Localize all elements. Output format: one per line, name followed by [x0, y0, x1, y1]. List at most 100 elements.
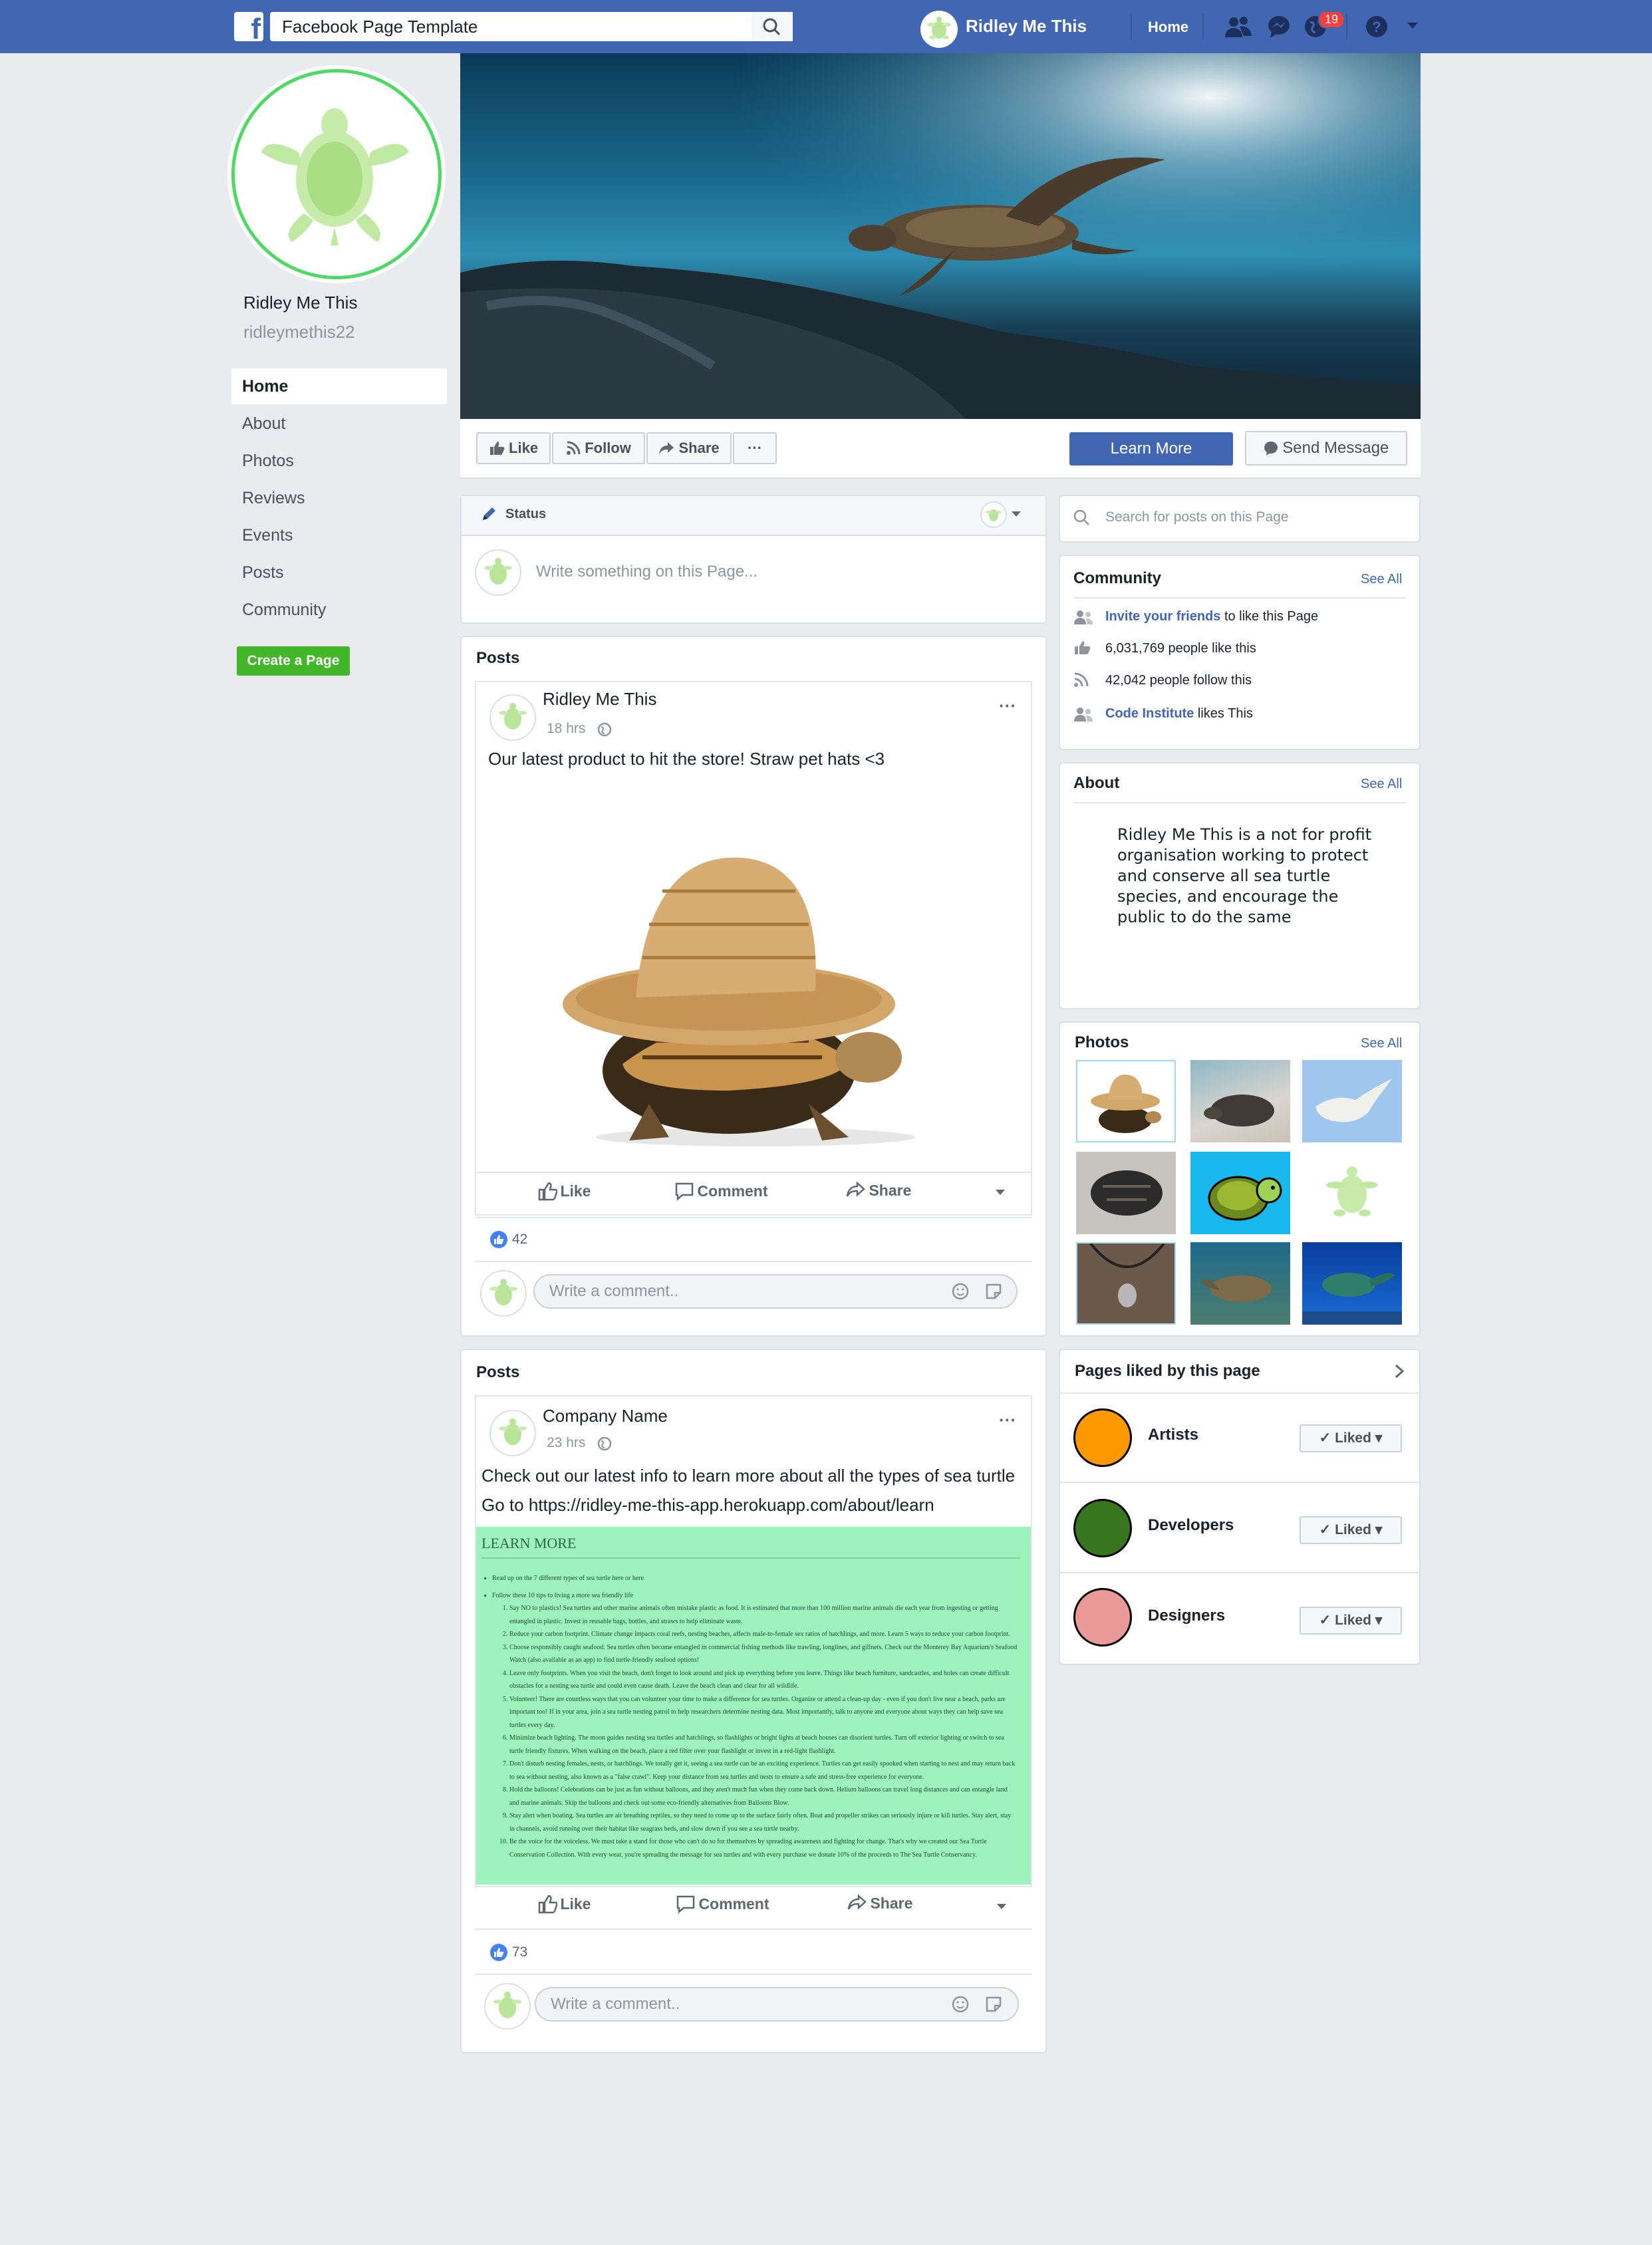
post-share-button[interactable]: Share — [847, 1894, 912, 1913]
developers-page-avatar[interactable] — [1073, 1499, 1132, 1557]
emoji-icon[interactable] — [951, 1995, 970, 2014]
reaction-count[interactable]: 73 — [512, 1944, 527, 1960]
post-comment-button[interactable]: Comment — [674, 1181, 768, 1201]
post-as-avatar[interactable] — [980, 501, 1007, 528]
help-icon[interactable]: ? — [1365, 15, 1389, 39]
about-see-all-link[interactable]: See All — [1361, 777, 1402, 792]
posts-section-title: Posts — [476, 649, 520, 667]
post-author-avatar[interactable] — [489, 1410, 536, 1456]
pencil-icon — [483, 507, 495, 520]
photo-thumbnail[interactable] — [1190, 1152, 1290, 1234]
post-timestamp[interactable]: 18 hrs — [547, 721, 585, 737]
chevron-down-icon[interactable] — [996, 1903, 1007, 1910]
invite-friends-icon — [1074, 610, 1093, 624]
nav-item-about[interactable]: About — [231, 406, 447, 442]
topbar-page-avatar[interactable] — [920, 11, 958, 48]
reaction-count[interactable]: 42 — [512, 1232, 527, 1248]
sticker-icon[interactable] — [984, 1995, 1003, 2014]
friend-requests-icon[interactable] — [1224, 15, 1253, 39]
status-tab-label[interactable]: Status — [505, 507, 546, 522]
composer-input[interactable]: Write something on this Page... — [536, 563, 757, 581]
post-author-name[interactable]: Ridley Me This — [543, 689, 656, 710]
divider — [475, 1974, 1032, 1975]
learn-more-button[interactable]: Learn More — [1069, 432, 1233, 465]
reef-turtle-thumbnail — [1302, 1273, 1402, 1325]
designers-page-avatar[interactable] — [1073, 1588, 1132, 1647]
post-author-avatar[interactable] — [489, 694, 536, 741]
profile-picture[interactable] — [231, 69, 442, 279]
photo-thumbnail[interactable] — [1190, 1242, 1290, 1325]
liked-page-name-designers[interactable]: Designers — [1148, 1607, 1225, 1625]
topbar-home-link[interactable]: Home — [1148, 19, 1188, 36]
post-share-button[interactable]: Share — [846, 1181, 911, 1200]
account-menu-chevron-icon[interactable] — [1406, 21, 1419, 31]
liked-page-name-developers[interactable]: Developers — [1148, 1516, 1234, 1535]
artists-page-avatar[interactable] — [1073, 1408, 1132, 1467]
turtle-necklace-thumbnail — [1089, 1244, 1165, 1307]
learn-more-preview[interactable]: LEARN MORE Read up on the 7 different ty… — [476, 1527, 1031, 1885]
nav-item-community[interactable]: Community — [231, 592, 447, 628]
photo-thumbnail[interactable] — [1076, 1152, 1176, 1234]
divider — [1060, 1482, 1419, 1483]
chevron-down-icon[interactable] — [995, 1189, 1006, 1196]
post-options-icon[interactable]: ··· — [999, 1410, 1016, 1430]
post-text-line-2[interactable]: Go to https://ridley-me-this-app.herokua… — [482, 1495, 934, 1516]
photo-thumbnail[interactable] — [1076, 1242, 1176, 1325]
about-line: Ridley Me This is a not for profit — [1117, 825, 1372, 844]
photo-thumbnail[interactable] — [1190, 1060, 1290, 1142]
code-institute-link[interactable]: Code Institute — [1105, 706, 1194, 721]
community-see-all-link[interactable]: See All — [1361, 572, 1402, 587]
post-text-line-1: Check out our latest info to learn more … — [482, 1466, 1016, 1486]
post-author-name[interactable]: Company Name — [543, 1406, 668, 1426]
messenger-icon[interactable] — [1266, 15, 1292, 39]
nav-item-posts[interactable]: Posts — [231, 555, 447, 591]
liked-button-artists[interactable]: ✓ Liked ▾ — [1300, 1424, 1402, 1452]
comment-input[interactable]: Write a comment.. — [533, 1274, 1018, 1309]
topbar-page-name[interactable]: Ridley Me This — [966, 16, 1087, 37]
like-page-button[interactable]: Like — [476, 432, 551, 464]
liked-button-designers[interactable]: ✓ Liked ▾ — [1300, 1607, 1402, 1635]
chevron-down-icon[interactable] — [1011, 511, 1022, 517]
thumbs-up-outline-icon — [538, 1895, 558, 1914]
more-options-button[interactable]: ··· — [733, 432, 777, 464]
post-options-icon[interactable]: ··· — [999, 696, 1016, 716]
post-timestamp[interactable]: 23 hrs — [547, 1435, 585, 1451]
post-image[interactable] — [476, 791, 1031, 1170]
cover-photo[interactable] — [460, 53, 1421, 419]
post-comment-button[interactable]: Comment — [676, 1894, 769, 1914]
post-like-button[interactable]: Like — [537, 1894, 591, 1914]
turtle-logo-icon — [927, 17, 951, 39]
chevron-right-icon[interactable] — [1394, 1363, 1405, 1379]
send-message-button[interactable]: Send Message — [1245, 431, 1407, 465]
turtle-logo-icon — [489, 1279, 517, 1305]
photo-thumbnail[interactable] — [1302, 1060, 1402, 1142]
photos-see-all-link[interactable]: See All — [1361, 1036, 1402, 1051]
page-search-input[interactable]: Search for posts on this Page — [1105, 509, 1289, 525]
photo-thumbnail[interactable] — [1302, 1152, 1402, 1234]
create-page-button[interactable]: Create a Page — [237, 646, 350, 676]
learn-follow-item[interactable]: Follow these 10 tips to living a more se… — [492, 1589, 1018, 1862]
turtle-logo-icon — [484, 558, 512, 585]
comment-input[interactable]: Write a comment.. — [535, 1987, 1019, 2022]
follow-page-button[interactable]: Follow — [552, 432, 645, 464]
search-input[interactable]: Facebook Page Template — [270, 12, 793, 41]
nav-item-photos[interactable]: Photos — [231, 443, 447, 479]
share-page-button[interactable]: Share — [646, 432, 732, 464]
learn-intro-item[interactable]: Read up on the 7 different types of sea … — [492, 1572, 1018, 1585]
sticker-icon[interactable] — [984, 1282, 1003, 1301]
invite-friends-link[interactable]: Invite your friends — [1105, 609, 1220, 624]
photo-thumbnail[interactable] — [1302, 1242, 1402, 1325]
commenter-avatar — [480, 1270, 527, 1317]
globe-privacy-icon — [597, 722, 612, 737]
search-button[interactable] — [752, 12, 793, 41]
facebook-logo-icon[interactable]: f — [234, 12, 263, 41]
nav-item-reviews[interactable]: Reviews — [231, 480, 447, 516]
liked-button-developers[interactable]: ✓ Liked ▾ — [1300, 1516, 1402, 1544]
nav-item-events[interactable]: Events — [231, 517, 447, 553]
post-like-button[interactable]: Like — [537, 1181, 591, 1201]
emoji-icon[interactable] — [951, 1282, 970, 1301]
photo-thumbnail[interactable] — [1076, 1060, 1176, 1142]
liked-page-name-artists[interactable]: Artists — [1148, 1426, 1198, 1444]
nav-item-home[interactable]: Home — [231, 368, 447, 404]
cartoon-turtle-thumbnail — [1208, 1176, 1282, 1221]
